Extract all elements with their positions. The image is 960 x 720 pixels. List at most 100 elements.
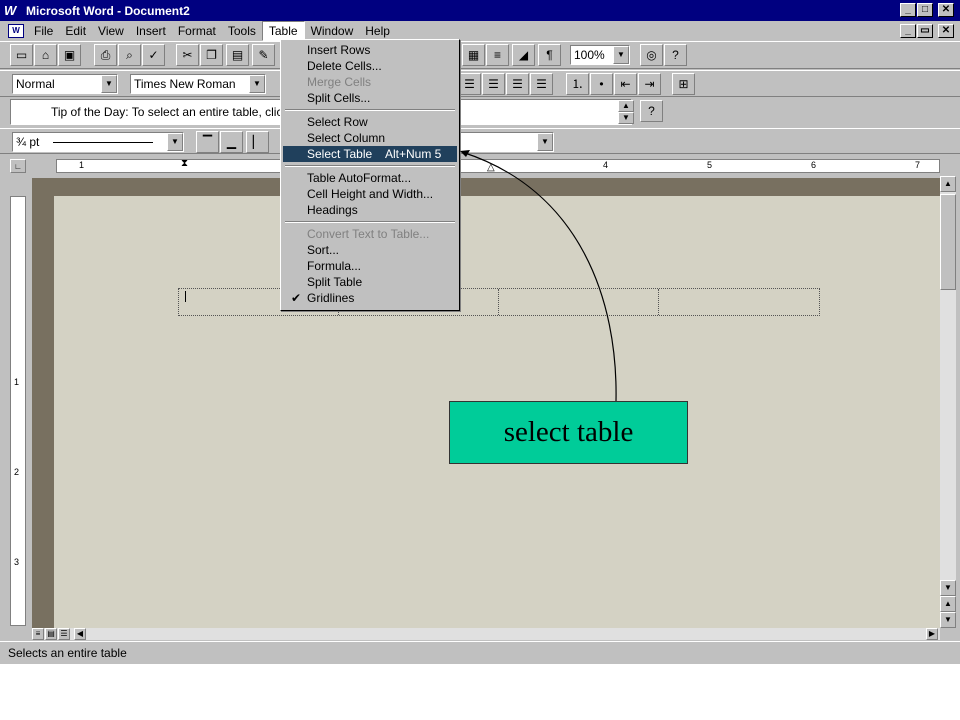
menu-table[interactable]: Table bbox=[261, 20, 305, 41]
vertical-scrollbar[interactable]: ▲ ▼ ▲ ▼ bbox=[940, 176, 956, 628]
menu-tools[interactable]: Tools bbox=[222, 22, 262, 40]
scroll-up-icon[interactable]: ▲ bbox=[940, 176, 956, 192]
outline-view-icon[interactable]: ☰ bbox=[58, 628, 70, 640]
menu-split-table[interactable]: Split Table bbox=[283, 274, 457, 290]
vertical-ruler-track[interactable]: 1 2 3 bbox=[10, 196, 26, 626]
scroll-left-icon[interactable]: ◀ bbox=[74, 628, 86, 640]
menu-view[interactable]: View bbox=[92, 22, 130, 40]
menu-select-column[interactable]: Select Column bbox=[283, 130, 457, 146]
top-border-icon[interactable]: ▔ bbox=[196, 131, 219, 153]
align-right-icon[interactable]: ☰ bbox=[506, 73, 529, 95]
scroll-thumb[interactable] bbox=[940, 194, 956, 290]
menu-insert-rows[interactable]: Insert Rows bbox=[283, 42, 457, 58]
horizontal-ruler: ∟ 1 4 5 6 7 ⧗ △ bbox=[0, 156, 960, 176]
columns-icon[interactable]: ≡ bbox=[486, 44, 509, 66]
menu-delete-cells[interactable]: Delete Cells... bbox=[283, 58, 457, 74]
line-weight-combo[interactable]: ¾ pt ▼ bbox=[12, 132, 184, 152]
lightbulb-icon[interactable]: ◎ bbox=[640, 44, 663, 66]
ruler-track[interactable]: 1 4 5 6 7 ⧗ △ bbox=[56, 158, 940, 173]
menu-formula[interactable]: Formula... bbox=[283, 258, 457, 274]
menu-select-row[interactable]: Select Row bbox=[283, 114, 457, 130]
menu-select-table[interactable]: Select Table Alt+Num 5 bbox=[283, 146, 457, 162]
tip-help-icon[interactable]: ? bbox=[640, 100, 663, 122]
borders-icon[interactable]: ⊞ bbox=[672, 73, 695, 95]
vruler-mark-2: 2 bbox=[14, 467, 20, 477]
left-border-icon[interactable]: ▏ bbox=[246, 131, 269, 153]
open-folder-icon[interactable]: ⌂ bbox=[34, 44, 57, 66]
copy-icon[interactable]: ❐ bbox=[200, 44, 223, 66]
doc-restore-button[interactable]: ▭ bbox=[917, 24, 933, 38]
new-document-icon[interactable]: ▭ bbox=[10, 44, 33, 66]
drawing-icon[interactable]: ◢ bbox=[512, 44, 535, 66]
menu-shortcut: Alt+Num 5 bbox=[385, 147, 442, 161]
shading-combo[interactable]: ▼ bbox=[460, 132, 554, 152]
decrease-indent-icon[interactable]: ⇤ bbox=[614, 73, 637, 95]
numbering-icon[interactable]: ⒈ bbox=[566, 73, 589, 95]
close-button[interactable]: ✕ bbox=[938, 3, 954, 17]
tab-stop-icon[interactable]: ∟ bbox=[10, 159, 26, 173]
menu-edit[interactable]: Edit bbox=[59, 22, 92, 40]
menu-sort[interactable]: Sort... bbox=[283, 242, 457, 258]
spelling-icon[interactable]: ✓ bbox=[142, 44, 165, 66]
scroll-down-icon[interactable]: ▼ bbox=[940, 580, 956, 596]
word-logo-icon: W bbox=[4, 2, 17, 18]
chevron-down-icon[interactable]: ▼ bbox=[537, 133, 553, 151]
align-left-icon[interactable]: ☰ bbox=[458, 73, 481, 95]
format-painter-icon[interactable]: ✎ bbox=[252, 44, 275, 66]
indent-marker-icon[interactable]: ⧗ bbox=[181, 158, 188, 169]
chevron-down-icon[interactable]: ▼ bbox=[613, 46, 629, 64]
right-indent-marker-icon[interactable]: △ bbox=[487, 162, 495, 173]
document-table[interactable] bbox=[178, 288, 820, 316]
paste-icon[interactable]: ▤ bbox=[226, 44, 249, 66]
help-icon[interactable]: ? bbox=[664, 44, 687, 66]
maximize-button[interactable]: □ bbox=[917, 3, 933, 17]
print-icon[interactable]: ⎙ bbox=[94, 44, 117, 66]
print-preview-icon[interactable]: ⌕ bbox=[118, 44, 141, 66]
tip-scroll-up-icon[interactable]: ▲ bbox=[618, 100, 634, 112]
increase-indent-icon[interactable]: ⇥ bbox=[638, 73, 661, 95]
menu-item-label: Formula... bbox=[307, 259, 362, 273]
tip-text: Tip of the Day: To select an entire tabl… bbox=[51, 105, 289, 119]
scroll-right-icon[interactable]: ▶ bbox=[926, 628, 938, 640]
chevron-down-icon[interactable]: ▼ bbox=[167, 133, 183, 151]
word-window: W Microsoft Word - Document2 _ □ ✕ W Fil… bbox=[0, 0, 960, 664]
horizontal-scrollbar[interactable]: ≡ ▤ ☰ ◀ ▶ bbox=[32, 628, 940, 640]
justify-icon[interactable]: ☰ bbox=[530, 73, 553, 95]
document-icon[interactable]: W bbox=[8, 23, 24, 38]
menu-insert[interactable]: Insert bbox=[130, 22, 172, 40]
menu-file[interactable]: File bbox=[28, 22, 59, 40]
doc-minimize-button[interactable]: _ bbox=[900, 24, 916, 38]
minimize-button[interactable]: _ bbox=[900, 3, 916, 17]
align-center-icon[interactable]: ☰ bbox=[482, 73, 505, 95]
zoom-combo[interactable]: 100% ▼ bbox=[570, 45, 630, 65]
bottom-border-icon[interactable]: ▁ bbox=[220, 131, 243, 153]
normal-view-icon[interactable]: ≡ bbox=[32, 628, 44, 640]
cut-icon[interactable]: ✂ bbox=[176, 44, 199, 66]
menu-item-label: Convert Text to Table... bbox=[307, 227, 430, 241]
table-cell[interactable] bbox=[499, 289, 659, 315]
previous-page-icon[interactable]: ▲ bbox=[940, 596, 956, 612]
doc-close-button[interactable]: ✕ bbox=[938, 24, 954, 38]
menu-headings[interactable]: Headings bbox=[283, 202, 457, 218]
menu-window[interactable]: Window bbox=[305, 22, 360, 40]
menu-table-autoformat[interactable]: Table AutoFormat... bbox=[283, 170, 457, 186]
font-combo[interactable]: Times New Roman ▼ bbox=[130, 74, 266, 94]
menu-gridlines[interactable]: ✔ Gridlines bbox=[283, 290, 457, 306]
save-icon[interactable]: ▣ bbox=[58, 44, 81, 66]
menu-item-label: Select Row bbox=[307, 115, 368, 129]
tip-scroll-down-icon[interactable]: ▼ bbox=[618, 112, 634, 124]
menu-help[interactable]: Help bbox=[359, 22, 396, 40]
insert-excel-icon[interactable]: ▦ bbox=[462, 44, 485, 66]
menu-cell-height-width[interactable]: Cell Height and Width... bbox=[283, 186, 457, 202]
chevron-down-icon[interactable]: ▼ bbox=[249, 75, 265, 93]
bullets-icon[interactable]: • bbox=[590, 73, 613, 95]
menu-format[interactable]: Format bbox=[172, 22, 222, 40]
chevron-down-icon[interactable]: ▼ bbox=[101, 75, 117, 93]
menu-split-cells[interactable]: Split Cells... bbox=[283, 90, 457, 106]
style-combo[interactable]: Normal ▼ bbox=[12, 74, 118, 94]
show-formatting-icon[interactable]: ¶ bbox=[538, 44, 561, 66]
menu-item-label: Headings bbox=[307, 203, 358, 217]
page-layout-view-icon[interactable]: ▤ bbox=[45, 628, 57, 640]
select-table-callout: select table bbox=[449, 401, 688, 464]
next-page-icon[interactable]: ▼ bbox=[940, 612, 956, 628]
